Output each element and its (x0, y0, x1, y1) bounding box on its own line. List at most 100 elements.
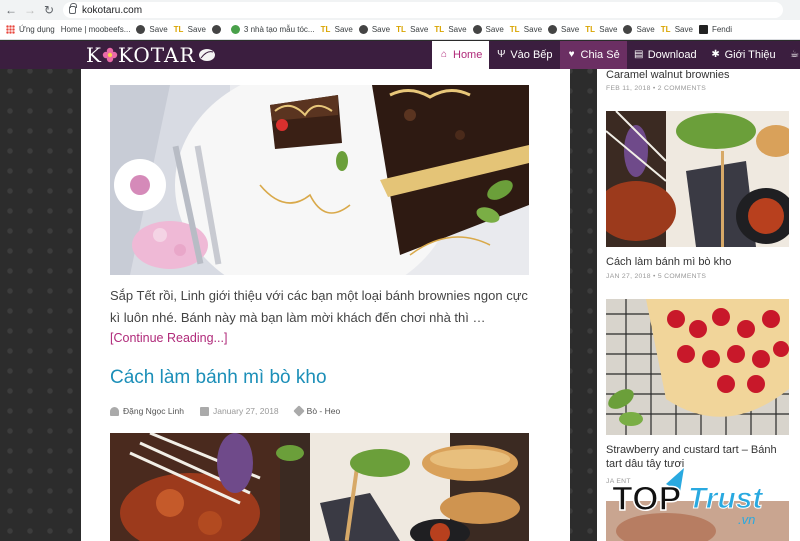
site-header: K KOTAR ⌂ Home Ψ Vào Bếp ♥ Chia Sẻ ▤ Download ✱ G… (0, 41, 800, 69)
menu-item-2[interactable]: Ψ Vào Bếp (489, 41, 559, 69)
post-author[interactable]: Đặng Ngọc Linh (123, 406, 184, 416)
wordpress-icon (211, 25, 221, 34)
book-icon: ▤ (633, 49, 644, 60)
menu-item-5[interactable]: ✱ Giới Thiệu (704, 41, 783, 69)
bookmark-label: Save (187, 25, 206, 34)
heart-icon: ♥ (568, 49, 575, 60)
url-text: kokotaru.com (82, 4, 143, 16)
post-image-brownies[interactable] (110, 85, 529, 275)
bookmark-label: 3 nhà tạo mẫu tóc... (243, 25, 315, 34)
back-icon[interactable]: ← (3, 2, 19, 18)
home-icon: ⌂ (440, 49, 448, 60)
main-content: Sắp Tết rồi, Linh giới thiệu với các bạn… (81, 69, 570, 541)
bookmark-item[interactable]: Save (548, 25, 579, 34)
browser-toolbar: ← → ↻ kokotaru.com (0, 0, 800, 20)
bookmark-label: Home | moobeefs... (60, 25, 131, 34)
bookmark-label: Save (448, 25, 467, 34)
menu-item-label: Chia Sẻ (580, 49, 620, 61)
user-icon (110, 406, 119, 416)
bookmark-item[interactable]: TL Save (174, 25, 206, 34)
fendi-icon (698, 25, 708, 34)
sidebar-post-image[interactable] (606, 111, 789, 247)
tag-icon (293, 405, 305, 417)
bookmark-item[interactable]: TL Save (661, 25, 693, 34)
calendar-icon (199, 406, 209, 416)
sidebar-post-title[interactable]: Cách làm bánh mì bò kho (606, 255, 731, 269)
watermark-trust-text: Trust (688, 482, 764, 515)
menu-item-1[interactable]: ⌂ Home (432, 41, 490, 69)
watermark-top-text: TOP (612, 480, 681, 518)
bookmark-item[interactable]: TL Save (510, 25, 542, 34)
brownies-photo (110, 85, 529, 275)
web-page: K KOTAR ⌂ Home Ψ Vào Bếp ♥ Chia Sẻ ▤ Download ✱ G… (0, 41, 800, 541)
menu-item-label: Home (453, 49, 483, 61)
main-menu: ⌂ Home Ψ Vào Bếp ♥ Chia Sẻ ▤ Download ✱ Giới Thiệ… (432, 41, 800, 69)
wordpress-icon (548, 25, 558, 34)
bookmark-item[interactable]: TL Save (434, 25, 466, 34)
toptrust-watermark: TOP Trust .vn (611, 468, 765, 527)
bookmark-item[interactable]: Save (472, 25, 504, 34)
reload-icon[interactable]: ↻ (41, 2, 57, 18)
menu-item-6[interactable]: ☕Liên H (783, 41, 800, 69)
bookmark-item[interactable] (211, 25, 225, 34)
wordpress-icon (472, 25, 482, 34)
tl-icon: TL (585, 25, 596, 34)
logo-text-ko: K (86, 43, 102, 67)
bookmark-label: Save (410, 25, 429, 34)
post-image-banh-mi[interactable] (110, 433, 529, 541)
bookmark-item[interactable]: TL Save (585, 25, 617, 34)
bookmark-item[interactable]: TL Save (321, 25, 353, 34)
cutlery-icon: Ψ (497, 49, 506, 60)
menu-item-3[interactable]: ♥ Chia Sẻ (559, 41, 627, 69)
forward-icon[interactable]: → (22, 2, 38, 18)
bookmarks-bar: Ứng dụng Home | moobeefs... Save TL Save 3 nh… (0, 20, 800, 40)
banh-mi-photo (110, 433, 529, 541)
post-meta: Đặng Ngọc Linh January 27, 2018 Bò - Heo (110, 405, 340, 417)
tl-icon: TL (320, 25, 331, 34)
bookmark-label: Save (636, 25, 655, 34)
bookmark-item[interactable]: Ứng dụng (6, 25, 55, 34)
address-bar[interactable]: kokotaru.com (63, 2, 783, 18)
post-excerpt: Sắp Tết rồi, Linh giới thiệu với các bạn… (110, 288, 528, 325)
bookmark-item[interactable]: Fendi (698, 25, 732, 34)
post-title[interactable]: Cách làm bánh mì bò kho (110, 367, 327, 389)
post-category[interactable]: Bò - Heo (307, 406, 341, 416)
tl-icon: TL (396, 25, 406, 34)
lock-icon (69, 3, 77, 14)
bookmark-item[interactable]: Save (358, 25, 391, 34)
menu-item-label: Download (647, 49, 697, 61)
bookmark-item[interactable]: Save (136, 25, 168, 34)
bookmark-label: Save (334, 25, 353, 34)
sidebar-post-meta: FEB 11, 2018 • 2 COMMENTS (606, 85, 707, 92)
tl-icon: TL (173, 25, 184, 34)
sidebar-post-image[interactable] (606, 299, 789, 435)
bookmark-label: Save (523, 25, 543, 34)
flower-icon (102, 47, 118, 63)
apps-icon (6, 25, 15, 34)
tl-icon: TL (434, 25, 445, 34)
bookmark-item[interactable]: TL Save (396, 25, 428, 34)
site-logo[interactable]: K KOTAR (86, 43, 216, 67)
bookmark-label: Save (561, 25, 580, 34)
sidebar-banh-mi-photo (606, 111, 789, 247)
coffee-icon: ☕ (790, 49, 800, 60)
bookmark-label: Save (149, 25, 168, 34)
bookmark-label: Save (485, 25, 504, 34)
sidebar-post-meta: JAN 27, 2018 • 5 COMMENTS (606, 273, 707, 280)
sidebar-post-title[interactable]: Caramel walnut brownies (606, 68, 730, 82)
tl-icon: TL (660, 25, 671, 34)
bookmark-label: Save (599, 25, 618, 34)
bookmark-label: Save (371, 25, 391, 34)
menu-item-label: Giới Thiệu (724, 49, 776, 61)
continue-reading-link[interactable]: [Continue Reading...] (110, 331, 227, 345)
tl-icon: TL (509, 25, 520, 34)
bookmark-item[interactable]: 3 nhà tạo mẫu tóc... (230, 25, 315, 34)
gear-icon: ✱ (711, 49, 720, 60)
bookmark-item[interactable]: Save (623, 25, 655, 34)
bookmark-label: Ứng dụng (19, 25, 55, 34)
sidebar-tart-photo (606, 299, 789, 435)
bookmark-item[interactable]: Home | moobeefs... (61, 25, 131, 34)
wordpress-icon (623, 25, 633, 34)
menu-item-4[interactable]: ▤ Download (627, 41, 704, 69)
check-icon (230, 25, 240, 34)
